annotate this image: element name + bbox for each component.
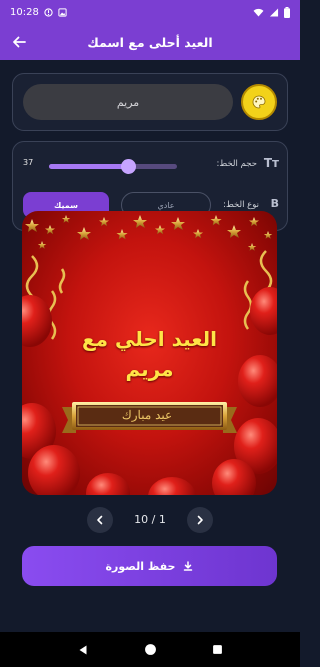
alert-icon	[44, 7, 53, 17]
status-left: 10:28	[10, 7, 67, 18]
greeting-card-image: العيد احلي مع مريم عيد مبارك	[22, 211, 277, 495]
system-nav-bar	[0, 632, 300, 667]
font-size-slider-thumb[interactable]	[121, 159, 137, 174]
name-card: مريم	[12, 73, 288, 131]
image-icon	[58, 7, 67, 17]
back-triangle-icon[interactable]	[77, 644, 89, 656]
bold-icon: B	[270, 197, 279, 210]
status-time: 10:28	[10, 6, 39, 18]
eid-mubarak-banner: عيد مبارك	[70, 401, 224, 429]
text-size-icon: Tт	[263, 156, 279, 170]
greeting-name-line: مريم	[125, 357, 174, 381]
status-right	[253, 6, 290, 18]
wifi-icon	[253, 8, 264, 17]
name-input[interactable]: مريم	[23, 84, 233, 120]
font-size-value: 37	[23, 158, 34, 167]
home-circle-icon[interactable]	[144, 643, 157, 656]
font-size-row: 37 حجم الخط: Tт	[13, 152, 289, 180]
page-indicator: 10 / 1	[134, 513, 166, 526]
back-button[interactable]	[6, 29, 32, 55]
battery-icon	[284, 6, 290, 18]
save-image-button[interactable]: حفظ الصورة	[22, 546, 277, 586]
banner-text: عيد مبارك	[121, 408, 173, 422]
star-garland	[25, 215, 273, 251]
app-bar: العيد أحلى مع اسمك	[0, 24, 300, 60]
page-title: العيد أحلى مع اسمك	[87, 34, 213, 50]
status-bar: 10:28	[0, 0, 300, 24]
font-size-slider[interactable]	[49, 159, 177, 174]
recents-square-icon[interactable]	[212, 644, 223, 655]
color-picker-button[interactable]	[241, 84, 277, 120]
image-pager: 10 / 1	[0, 505, 300, 535]
font-size-slider-fill	[49, 164, 129, 169]
download-icon	[184, 561, 193, 571]
save-button-label: حفظ الصورة	[105, 559, 176, 573]
chevron-right-icon	[197, 515, 203, 525]
gold-streamers	[25, 250, 273, 340]
signal-icon	[269, 7, 279, 17]
palette-icon	[252, 95, 266, 109]
font-size-label: حجم الخط:	[216, 159, 257, 169]
arrow-left-icon	[13, 36, 26, 48]
font-type-label: نوع الخط:	[223, 200, 259, 210]
greeting-line-1: العيد احلي مع	[81, 327, 217, 351]
next-image-button[interactable]	[187, 507, 213, 533]
balloons	[22, 287, 277, 495]
greeting-background-art	[22, 215, 277, 495]
